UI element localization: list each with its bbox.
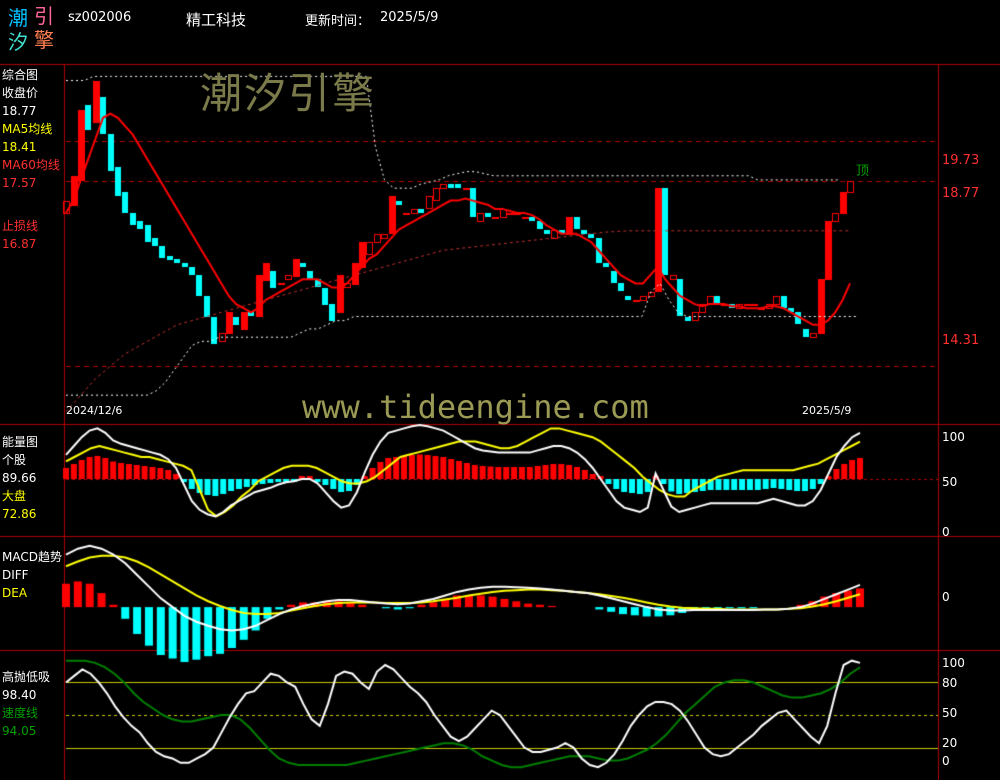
hl-axis-20: 20 <box>942 736 958 750</box>
hl-title: 高抛低吸 <box>2 670 51 684</box>
hl-axis-0: 0 <box>942 754 950 768</box>
market-value: 72.86 <box>2 507 37 521</box>
energy-axis-100: 100 <box>942 430 965 444</box>
main-title: 综合图 <box>2 68 39 82</box>
stop-value: 16.87 <box>2 237 37 251</box>
speed-value: 94.05 <box>2 724 37 738</box>
price-axis-2: 18.77 <box>942 186 980 201</box>
close-label: 收盘价 <box>2 86 39 100</box>
ma5-label: MA5均线 <box>2 122 53 136</box>
logo: 潮 引 汐 擎 <box>8 2 58 54</box>
ma60-label: MA60均线 <box>2 158 60 172</box>
stock-value: 89.66 <box>2 471 37 485</box>
price-axis-3: 14.31 <box>942 333 980 348</box>
stock-code: sz002006 <box>68 10 132 25</box>
date-start: 2024/12/6 <box>66 404 123 417</box>
hl-value: 98.40 <box>2 688 37 702</box>
macd-panel-legend: MACD趋势 DIFF DEA <box>2 548 62 602</box>
hl-axis-80: 80 <box>942 676 958 690</box>
macd-title: MACD趋势 <box>2 550 62 564</box>
hl-panel-legend: 高抛低吸 98.40 速度线 94.05 <box>2 668 50 740</box>
watermark-url: www.tideengine.com <box>302 388 649 426</box>
hl-axis-100: 100 <box>942 656 965 670</box>
logo-char-2: 引 <box>34 4 54 28</box>
top-marker: 顶 <box>856 164 870 179</box>
dea-label: DEA <box>2 586 28 600</box>
watermark-cn: 潮汐引擎 <box>200 69 377 118</box>
market-label: 大盘 <box>2 489 27 503</box>
update-label: 更新时间： <box>305 14 371 29</box>
logo-char-3: 汐 <box>8 30 28 54</box>
hl-axis-50: 50 <box>942 706 958 720</box>
diff-label: DIFF <box>2 568 29 582</box>
energy-axis-50: 50 <box>942 475 958 489</box>
date-end: 2025/5/9 <box>802 404 852 417</box>
close-value: 18.77 <box>2 104 37 118</box>
ma5-value: 18.41 <box>2 140 37 154</box>
update-date: 2025/5/9 <box>380 10 439 25</box>
energy-title: 能量图 <box>2 435 39 449</box>
stock-label: 个股 <box>2 453 27 467</box>
main-panel-legend: 综合图 收盘价 18.77 MA5均线 18.41 MA60均线 17.57 <box>2 66 60 192</box>
logo-char-1: 潮 <box>8 6 28 30</box>
energy-panel-legend: 能量图 个股 89.66 大盘 72.86 <box>2 433 38 523</box>
macd-axis-0: 0 <box>942 590 950 604</box>
stock-name: 精工科技 <box>186 11 247 29</box>
energy-axis-0: 0 <box>942 525 950 539</box>
price-axis-1: 19.73 <box>942 153 980 168</box>
stop-loss-legend: 止损线 16.87 <box>2 217 38 253</box>
ma60-value: 17.57 <box>2 176 37 190</box>
logo-char-4: 擎 <box>34 28 54 52</box>
stop-label: 止损线 <box>2 219 39 233</box>
speed-label: 速度线 <box>2 706 39 720</box>
